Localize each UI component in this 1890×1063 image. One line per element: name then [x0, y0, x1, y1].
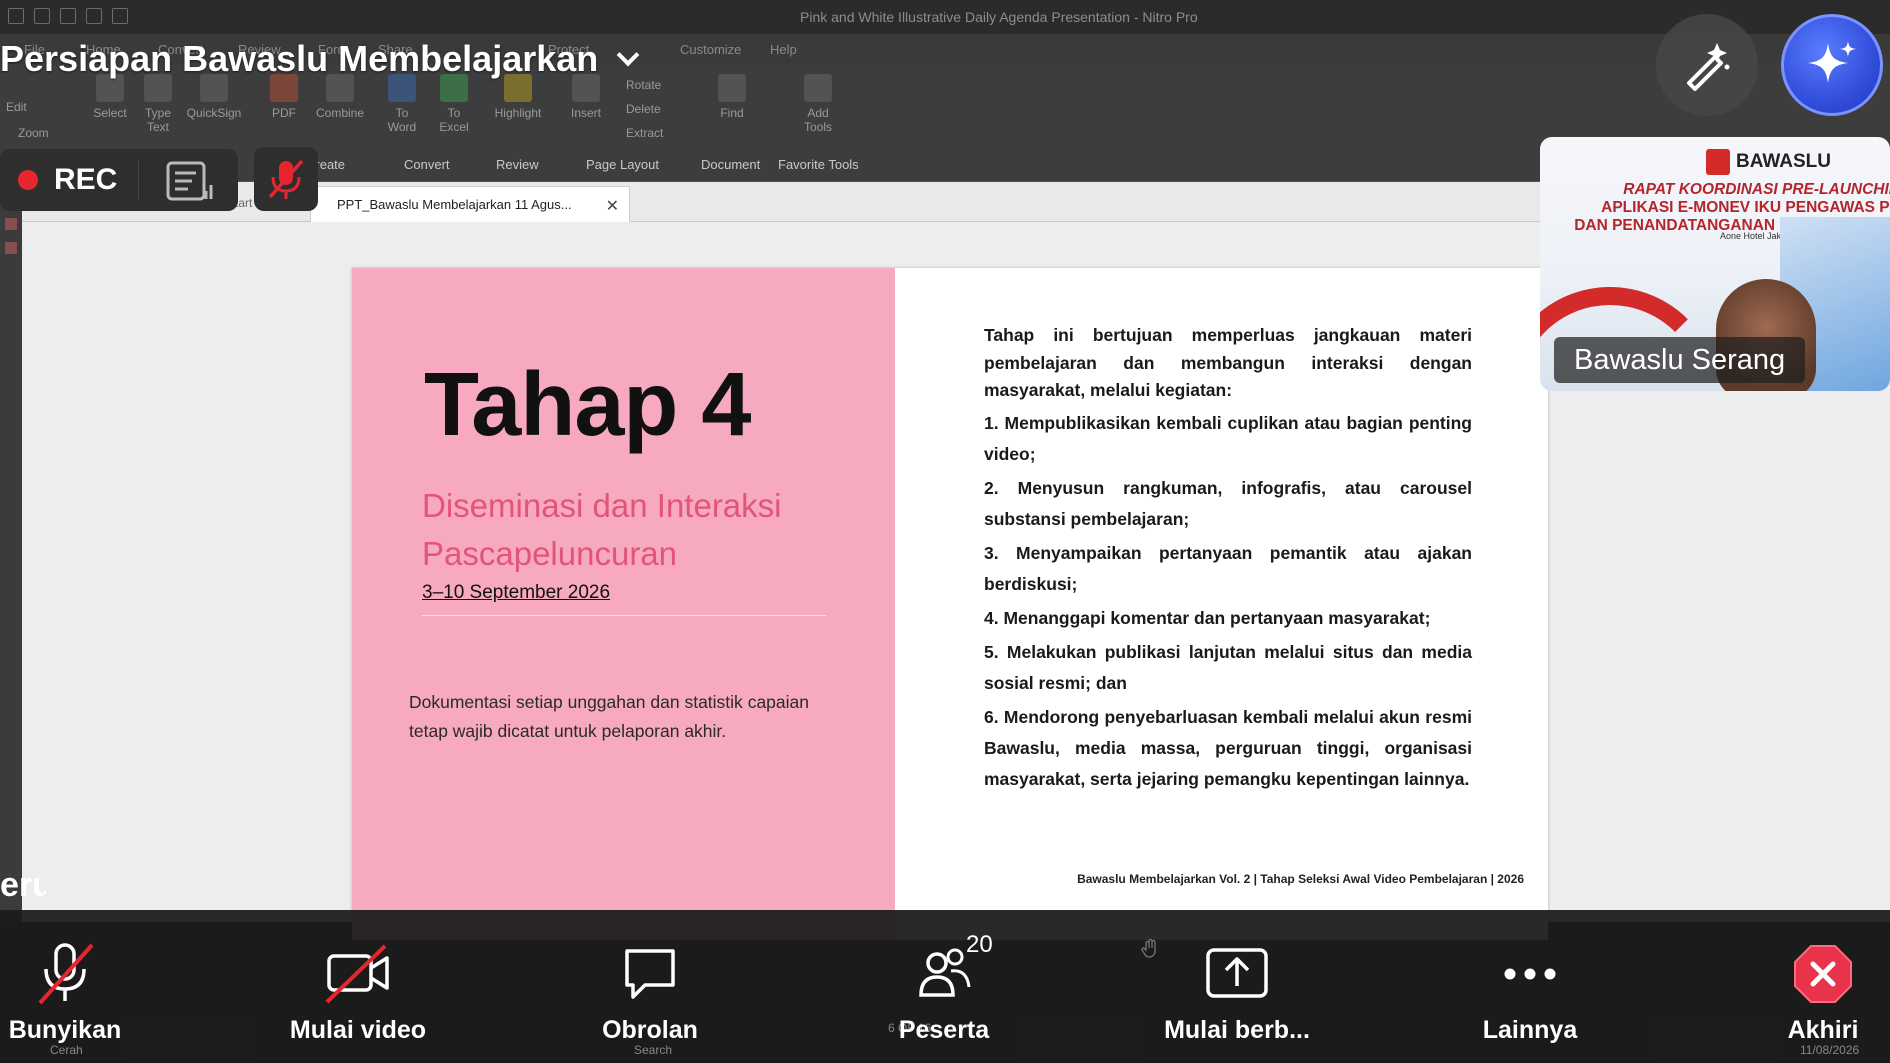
delete-button[interactable]: Delete: [626, 102, 661, 116]
list-item: 6. Mendorong penyebarluasan kembali mela…: [984, 706, 1472, 789]
chevron-down-icon: [616, 43, 640, 67]
zoom-tool[interactable]: Zoom: [18, 126, 49, 140]
select-button[interactable]: Select: [92, 74, 128, 120]
to-excel-button[interactable]: To Excel: [436, 74, 472, 134]
divider: [422, 615, 826, 616]
more-label: Lainnya: [1482, 1016, 1578, 1044]
list-item: 1. Mempublikasikan kembali cuplikan atau…: [984, 412, 1472, 464]
unmute-label: Bunyikan: [8, 1016, 122, 1044]
screen: Pink and White Illustrative Daily Agenda…: [0, 0, 1890, 1063]
banner-line: APLIKASI E-MONEV IKU PENGAWAS PE: [1601, 199, 1890, 216]
list-item: 2. Menyusun rangkuman, infografis, atau …: [984, 477, 1472, 529]
create-pdf-button[interactable]: PDF: [266, 74, 302, 120]
add-tools-button[interactable]: Add Tools: [798, 74, 838, 134]
bawaslu-logo: BAWASLU: [1706, 149, 1831, 175]
combine-button[interactable]: Combine: [312, 74, 368, 120]
slide-footer: Bawaslu Membelajarkan Vol. 2 | Tahap Sel…: [1077, 872, 1524, 886]
unmute-button[interactable]: Bunyikan: [2, 910, 128, 1063]
share-screen-button[interactable]: Mulai berb...: [1150, 910, 1324, 1063]
group-document: Document: [701, 157, 761, 172]
tab-document-label: PPT_Bawaslu Membelajarkan 11 Agus...: [337, 197, 572, 212]
insert-button[interactable]: Insert: [566, 74, 606, 120]
chat-label: Obrolan: [602, 1016, 698, 1044]
menu-help[interactable]: Help: [770, 42, 797, 57]
video-off-icon: [325, 944, 389, 1004]
more-options-icon: [1504, 968, 1556, 980]
find-button[interactable]: Find: [712, 74, 752, 120]
rec-label: REC: [54, 163, 118, 196]
offscreen-caption: eru: [0, 866, 46, 904]
end-meeting-label: Akhiri: [1787, 1016, 1859, 1044]
redo-icon[interactable]: [112, 8, 128, 24]
participant-video-tile[interactable]: BAWASLU RAPAT KOORDINASI PRE-LAUNCHIN AP…: [1540, 137, 1890, 391]
start-video-label: Mulai video: [289, 1016, 427, 1044]
app-titlebar: Pink and White Illustrative Daily Agenda…: [0, 0, 1890, 34]
more-button[interactable]: Lainnya: [1476, 910, 1584, 1063]
meeting-toolbar: Cerah Search 11/08/2026 6 OF 16 Bunyikan: [0, 910, 1890, 1063]
participant-count: 20: [966, 931, 993, 958]
slide-note: Dokumentasi setiap unggahan dan statisti…: [409, 692, 809, 741]
slide-left-panel: Tahap 4 Diseminasi dan Interaksi Pascape…: [352, 268, 895, 940]
list-item: 5. Melakukan publikasi lanjutan melalui …: [984, 641, 1472, 693]
participants-label: Peserta: [898, 1016, 990, 1044]
divider: [138, 159, 139, 201]
type-text-button[interactable]: Type Text: [140, 74, 176, 134]
slide-date: 3–10 September 2026: [422, 582, 611, 603]
share-screen-label: Mulai berb...: [1164, 1016, 1310, 1044]
group-favorite-tools: Favorite Tools: [778, 157, 859, 172]
tab-document[interactable]: PPT_Bawaslu Membelajarkan 11 Agus... ✕: [310, 186, 630, 222]
slide-title: Tahap 4: [424, 355, 751, 455]
microphone-muted-icon: [268, 159, 304, 199]
banner-line: RAPAT KOORDINASI PRE-LAUNCHIN: [1623, 181, 1890, 198]
end-meeting-button[interactable]: Akhiri: [1776, 910, 1870, 1063]
edit-tool[interactable]: Edit: [6, 100, 27, 114]
pan-hand-icon: [1141, 938, 1156, 958]
quick-access-toolbar: [8, 8, 128, 24]
list-item: 3. Menyampaikan pertanyaan pemantik atau…: [984, 542, 1472, 594]
list-item: 4. Menanggapi komentar dan pertanyaan ma…: [984, 607, 1431, 628]
rotate-button[interactable]: Rotate: [626, 78, 661, 92]
transcript-icon[interactable]: [166, 161, 214, 201]
print-icon[interactable]: [60, 8, 76, 24]
slide-intro: Tahap ini bertujuan memperluas jangkauan…: [984, 325, 1472, 400]
sparkle-icon: [1808, 41, 1856, 83]
save-icon[interactable]: [34, 8, 50, 24]
extract-button[interactable]: Extract: [626, 126, 663, 140]
participant-name: Bawaslu Serang: [1554, 337, 1806, 383]
slide-body: Tahap ini bertujuan memperluas jangkauan…: [984, 322, 1472, 795]
chat-button[interactable]: Obrolan: [592, 910, 708, 1063]
left-rail: [0, 182, 22, 922]
meeting-title[interactable]: Persiapan Bawaslu Membelajarkan: [0, 38, 640, 80]
recording-indicator[interactable]: REC: [0, 149, 238, 211]
find-icon: [718, 74, 746, 102]
slide-subtitle: Diseminasi dan Interaksi Pascapeluncuran: [422, 487, 782, 572]
start-video-button[interactable]: Mulai video: [280, 910, 436, 1063]
group-page-layout: Page Layout: [586, 157, 660, 172]
menu-customize[interactable]: Customize: [680, 42, 741, 57]
close-tab-icon[interactable]: ✕: [606, 196, 619, 216]
record-dot-icon: [18, 170, 38, 190]
slide-page: Tahap 4 Diseminasi dan Interaksi Pascape…: [352, 268, 1548, 940]
end-call-icon: [1794, 945, 1852, 1003]
meeting-title-text: Persiapan Bawaslu Membelajarkan: [0, 38, 599, 79]
to-word-button[interactable]: To Word: [384, 74, 420, 134]
group-review: Review: [496, 157, 539, 172]
ai-companion-button[interactable]: [1781, 14, 1883, 116]
bookmarks-icon[interactable]: [5, 218, 17, 230]
quicksign-button[interactable]: QuickSign: [184, 74, 244, 120]
open-icon[interactable]: [8, 8, 24, 24]
bawaslu-emblem-icon: [1706, 149, 1730, 175]
highlight-button[interactable]: Highlight: [490, 74, 546, 120]
group-convert: Convert: [404, 157, 450, 172]
share-screen-icon: [1206, 948, 1268, 998]
annotate-button[interactable]: [1656, 14, 1758, 116]
self-mute-indicator[interactable]: [254, 147, 318, 211]
lock-icon[interactable]: [5, 242, 17, 254]
chat-bubble-icon: [625, 949, 675, 999]
tools-icon: [804, 74, 832, 102]
undo-icon[interactable]: [86, 8, 102, 24]
magic-pen-icon: [1687, 43, 1730, 91]
microphone-off-icon: [38, 943, 94, 1005]
window-title: Pink and White Illustrative Daily Agenda…: [800, 9, 1198, 25]
